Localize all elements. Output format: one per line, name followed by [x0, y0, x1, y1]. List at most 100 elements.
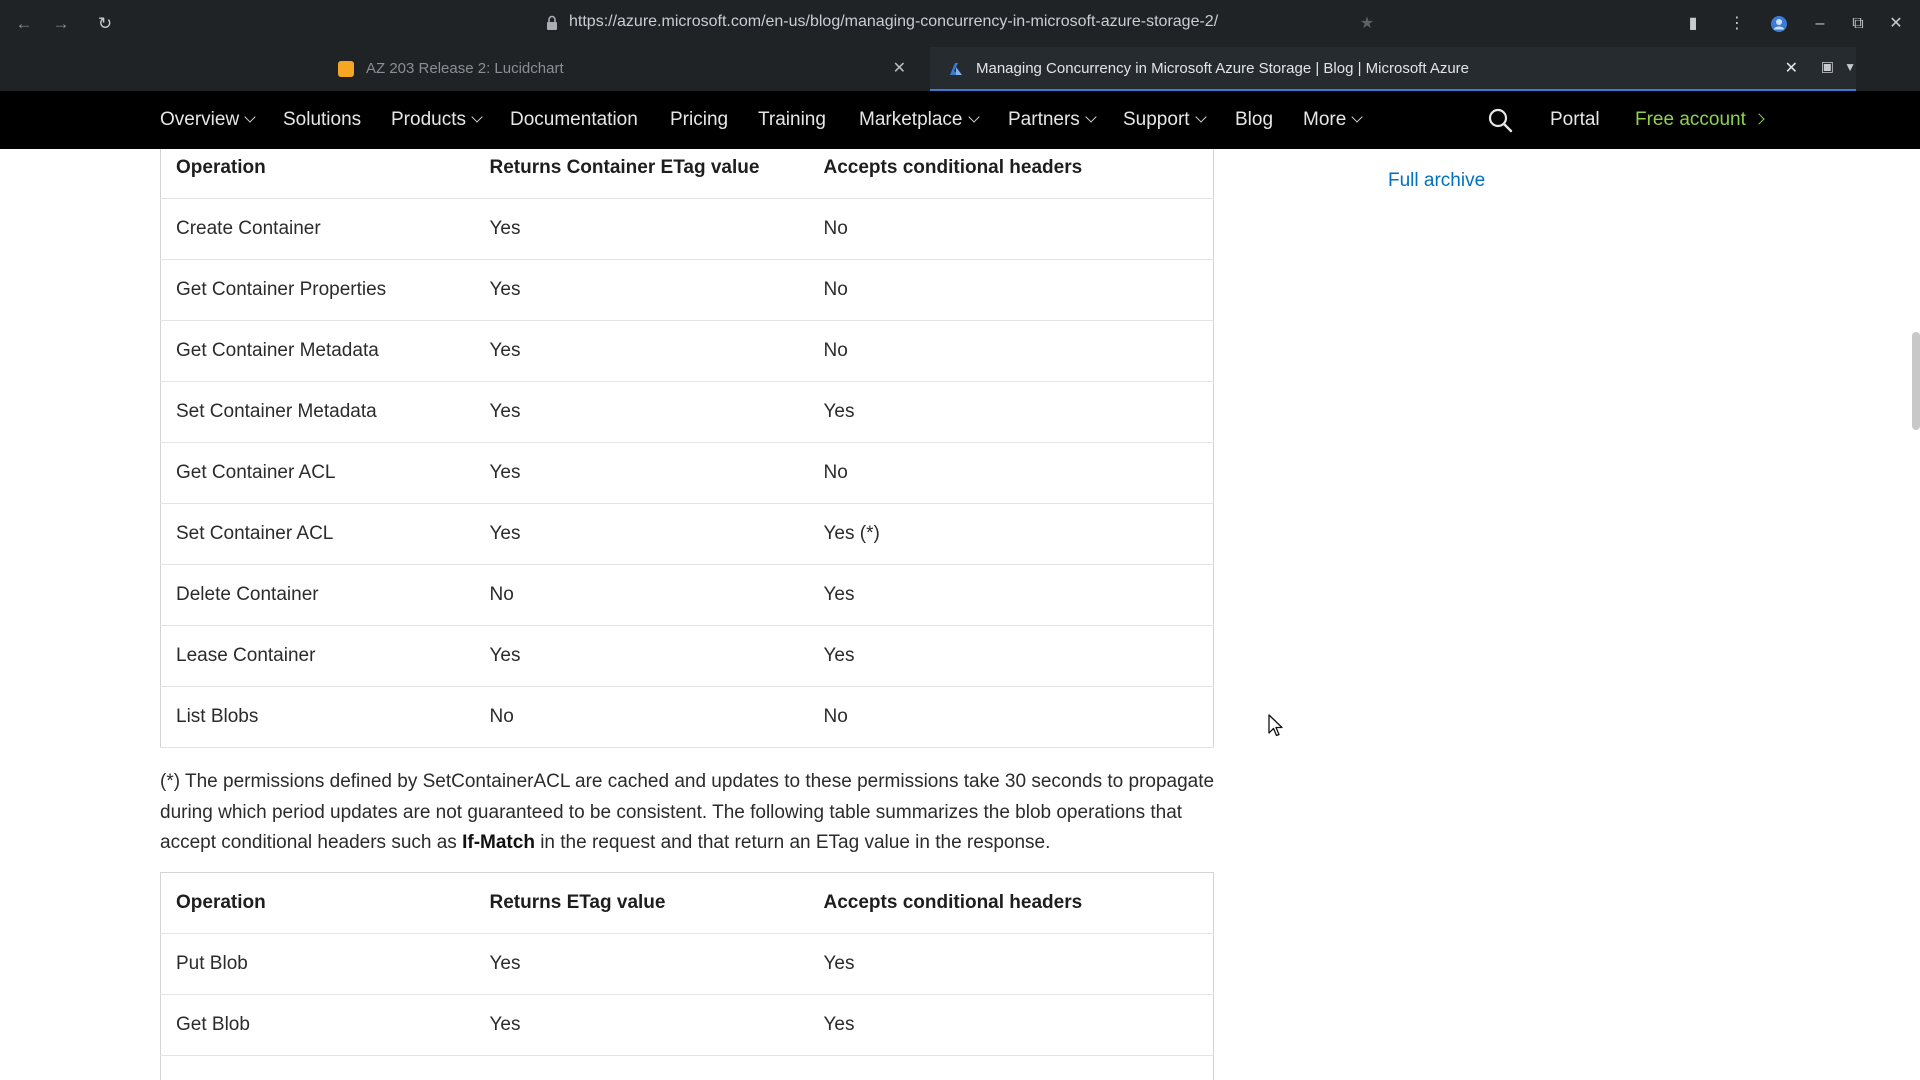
- table-cell: Yes: [474, 933, 809, 995]
- footnote-bold: If-Match: [462, 832, 535, 853]
- table-cell: No: [808, 442, 1214, 504]
- table-cell: Yes: [808, 564, 1214, 626]
- tab-list-dropdown-icon[interactable]: ▼: [1844, 60, 1856, 74]
- nav-products[interactable]: Products: [391, 109, 483, 131]
- nav-solutions[interactable]: Solutions: [283, 109, 361, 131]
- nav-label: Products: [391, 109, 466, 130]
- table-cell: [808, 1055, 1214, 1080]
- reload-icon[interactable]: ↻: [93, 12, 117, 36]
- lucidchart-icon: [338, 61, 354, 77]
- free-account-link[interactable]: Free account: [1635, 109, 1765, 131]
- column-header: Operation: [160, 149, 475, 199]
- tab-lucidchart[interactable]: AZ 203 Release 2: Lucidchart ✕: [320, 47, 920, 91]
- table-cell: Get Container Metadata: [160, 320, 475, 382]
- nav-overview[interactable]: Overview: [160, 109, 256, 131]
- close-tab-icon[interactable]: ✕: [1785, 58, 1798, 78]
- close-window-icon[interactable]: ✕: [1884, 12, 1908, 36]
- site-nav: Overview Solutions Products Documentatio…: [0, 91, 1920, 149]
- chevron-down-icon: [1194, 111, 1207, 123]
- tab-title: AZ 203 Release 2: Lucidchart: [366, 60, 564, 77]
- table-cell: Yes: [474, 320, 809, 382]
- free-account-label: Free account: [1635, 109, 1746, 130]
- column-header: Accepts conditional headers: [808, 872, 1214, 934]
- azure-icon: [950, 63, 962, 75]
- table-cell: Yes: [474, 625, 809, 687]
- column-header: Accepts conditional headers: [808, 149, 1214, 199]
- table-cell: Get Container Properties: [160, 259, 475, 321]
- nav-partners[interactable]: Partners: [1008, 109, 1097, 131]
- table-row: Set Container ACL Yes Yes (*): [160, 503, 1214, 565]
- nav-blog[interactable]: Blog: [1235, 109, 1273, 131]
- table-cell: No: [808, 686, 1214, 748]
- table-cell: Yes: [474, 994, 809, 1056]
- nav-label: Support: [1123, 109, 1190, 130]
- bookmark-icon[interactable]: ▮: [1681, 12, 1705, 36]
- tab-strip: AZ 203 Release 2: Lucidchart ✕ Managing …: [0, 47, 1920, 91]
- chevron-down-icon: [244, 111, 256, 123]
- footnote-paragraph: (*) The permissions defined by SetContai…: [160, 767, 1220, 859]
- minimize-icon[interactable]: –: [1808, 12, 1832, 36]
- nav-documentation[interactable]: Documentation: [510, 109, 638, 131]
- table-cell: Put Blob: [160, 933, 475, 995]
- nav-pricing[interactable]: Pricing: [670, 109, 728, 131]
- table-cell: [474, 1055, 809, 1080]
- table-cell: Yes: [808, 994, 1214, 1056]
- nav-training[interactable]: Training: [758, 109, 826, 131]
- table-cell: Lease Container: [160, 625, 475, 687]
- star-icon[interactable]: ★: [1355, 12, 1379, 36]
- chevron-right-icon: [1753, 113, 1765, 125]
- search-icon[interactable]: [1487, 107, 1513, 133]
- table-cell: Set Container ACL: [160, 503, 475, 565]
- table-cell: Yes: [808, 625, 1214, 687]
- footnote-text: in the request and that return an ETag v…: [534, 832, 1051, 853]
- container-operations-table: Operation Returns Container ETag value A…: [160, 149, 1214, 748]
- tab-title: Managing Concurrency in Microsoft Azure …: [976, 60, 1470, 77]
- table-cell: No: [808, 259, 1214, 321]
- table-cell: Yes: [474, 259, 809, 321]
- column-header: Returns ETag value: [474, 872, 809, 934]
- table-cell: Yes: [474, 198, 809, 260]
- table-row: Get Container Metadata Yes No: [160, 320, 1214, 382]
- chevron-down-icon: [1085, 111, 1097, 123]
- table-header-row: Operation Returns ETag value Accepts con…: [160, 872, 1214, 934]
- address-bar-url[interactable]: https://azure.microsoft.com/en-us/blog/m…: [569, 13, 1218, 31]
- table-cell: No: [474, 564, 809, 626]
- table-cell: Set Container Metadata: [160, 381, 475, 443]
- table-row: Lease Container Yes Yes: [160, 625, 1214, 687]
- nav-marketplace[interactable]: Marketplace: [859, 109, 980, 131]
- profile-icon[interactable]: [1767, 12, 1791, 36]
- column-header: Operation: [160, 872, 475, 934]
- blob-operations-table: Operation Returns ETag value Accepts con…: [160, 872, 1214, 1080]
- forward-icon[interactable]: →: [49, 12, 73, 36]
- table-row: Put Blob Yes Yes: [160, 933, 1214, 995]
- table-cell: Get Blob: [160, 994, 475, 1056]
- tab-media-icon[interactable]: ▣: [1821, 58, 1834, 75]
- table-row: List Blobs No No: [160, 686, 1214, 748]
- table-cell: Yes (*): [808, 503, 1214, 565]
- nav-more[interactable]: More: [1303, 109, 1363, 131]
- table-cell: Get Container ACL: [160, 442, 475, 504]
- table-row: Get Container ACL Yes No: [160, 442, 1214, 504]
- nav-label: Marketplace: [859, 109, 963, 130]
- table-cell: Yes: [808, 933, 1214, 995]
- menu-kebab-icon[interactable]: ⋮: [1725, 12, 1749, 36]
- table-cell: Yes: [808, 381, 1214, 443]
- tab-azure-blog[interactable]: Managing Concurrency in Microsoft Azure …: [930, 47, 1856, 91]
- full-archive-link[interactable]: Full archive: [1388, 170, 1485, 192]
- mouse-cursor-icon: [1268, 714, 1283, 737]
- nav-portal[interactable]: Portal: [1550, 109, 1600, 131]
- close-tab-icon[interactable]: ✕: [893, 58, 906, 78]
- back-icon[interactable]: ←: [12, 12, 36, 36]
- nav-support[interactable]: Support: [1123, 109, 1207, 131]
- chevron-down-icon: [471, 111, 483, 123]
- scrollbar-thumb[interactable]: [1912, 332, 1920, 430]
- browser-toolbar: ← → ↻ https://azure.microsoft.com/en-us/…: [0, 0, 1920, 47]
- nav-label: Overview: [160, 109, 240, 130]
- table-cell: [160, 1055, 475, 1080]
- table-row: Get Container Properties Yes No: [160, 259, 1214, 321]
- table-row: [160, 1055, 1214, 1080]
- page-content: Operation Returns Container ETag value A…: [0, 149, 1920, 1080]
- table-header-row: Operation Returns Container ETag value A…: [160, 149, 1214, 199]
- table-cell: No: [808, 198, 1214, 260]
- restore-icon[interactable]: ⧉: [1846, 12, 1870, 36]
